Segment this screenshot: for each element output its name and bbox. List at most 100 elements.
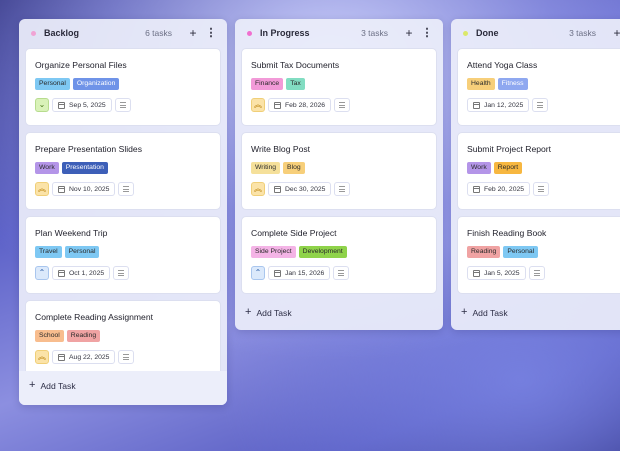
task-card[interactable]: Plan Weekend Trip Travel Personal ⌃ Oct 1, 2… (25, 216, 221, 294)
column-title: Done (476, 28, 499, 38)
task-title: Write Blog Post (251, 144, 311, 154)
column-title: In Progress (260, 28, 310, 38)
plus-icon: + (245, 306, 252, 318)
task-meta: ︽ Feb 28, 2026 (251, 98, 427, 112)
card-list: Organize Personal Files Personal Organizat… (19, 47, 227, 374)
task-card[interactable]: Organize Personal Files Personal Organizat… (25, 48, 221, 126)
add-task-label: Add Task (40, 380, 76, 391)
task-card[interactable]: Attend Yoga Class Health Fitness Jan 12, 20… (457, 48, 620, 126)
add-card-icon[interactable]: + (187, 27, 199, 39)
calendar-icon (58, 353, 65, 361)
tag-list: Writing Blog (251, 162, 427, 174)
due-date[interactable]: Aug 22, 2025 (52, 350, 116, 364)
notes-icon[interactable] (114, 98, 131, 112)
tag-badge: Personal (64, 246, 100, 258)
task-title: Finish Reading Book (467, 228, 547, 238)
add-task-button[interactable]: + Add Task (29, 380, 76, 391)
tag-badge: School (35, 330, 64, 342)
chevron-down-icon[interactable]: ⌄ (35, 98, 49, 112)
column-backlog: Backlog 6 tasks + ⋮ Organize Personal Files P… (19, 19, 227, 405)
column-header: Done3 tasks+⋮ (451, 19, 620, 47)
due-date[interactable]: Oct 1, 2025 (52, 266, 111, 280)
tag-badge: Report (493, 162, 523, 174)
calendar-icon (274, 269, 281, 277)
task-card[interactable]: Write Blog Post Writing Blog ︽ Dec 30, 2025 (241, 132, 437, 210)
notes-icon[interactable] (113, 266, 130, 280)
task-card[interactable]: Complete Side Project Side Project Develop… (241, 216, 437, 294)
task-title: Organize Personal Files (35, 60, 127, 70)
task-meta: Feb 20, 2025 (467, 182, 620, 196)
add-task-button[interactable]: + Add Task (461, 307, 508, 318)
tag-badge: Work (35, 162, 59, 174)
due-date[interactable]: Jan 5, 2025 (467, 266, 526, 280)
notes-icon[interactable] (334, 182, 351, 196)
double-chevron-up-icon[interactable]: ︽ (251, 182, 265, 196)
task-title: Plan Weekend Trip (35, 228, 108, 238)
tag-badge: Reading (467, 246, 501, 258)
tag-badge: Writing (251, 162, 281, 174)
task-card[interactable]: Submit Tax Documents Finance Tax ︽ Feb 28, 2… (241, 48, 437, 126)
due-date[interactable]: Sep 5, 2025 (52, 98, 112, 112)
notes-icon[interactable] (334, 98, 351, 112)
notes-icon[interactable] (532, 98, 549, 112)
tag-list: Health Fitness (467, 78, 620, 90)
notes-icon[interactable] (533, 182, 550, 196)
notes-icon[interactable] (118, 182, 135, 196)
double-chevron-up-icon[interactable]: ︽ (35, 182, 49, 196)
more-options-icon[interactable]: ⋮ (205, 27, 217, 39)
double-chevron-up-icon[interactable]: ︽ (251, 98, 265, 112)
chevron-up-icon[interactable]: ⌃ (251, 266, 265, 280)
task-card[interactable]: Prepare Presentation Slides Work Presentat… (25, 132, 221, 210)
tag-badge: Organization (72, 78, 120, 90)
calendar-icon (58, 269, 65, 277)
calendar-icon (58, 185, 65, 193)
task-card[interactable]: Submit Project Report Work Report Feb 20, 2… (457, 132, 620, 210)
tag-list: Travel Personal (35, 246, 211, 258)
due-date[interactable]: Feb 28, 2026 (268, 98, 332, 112)
due-date[interactable]: Dec 30, 2025 (268, 182, 332, 196)
double-chevron-up-icon[interactable]: ︽ (35, 350, 49, 364)
column-header: In Progress 3 tasks + ⋮ (235, 19, 443, 47)
task-meta: ︽ Aug 22, 2025 (35, 350, 211, 364)
due-date-text: Sep 5, 2025 (69, 101, 106, 109)
due-date[interactable]: Nov 10, 2025 (52, 182, 116, 196)
notes-icon[interactable] (118, 350, 135, 364)
chevron-up-icon[interactable]: ⌃ (35, 266, 49, 280)
kanban-board: Backlog 6 tasks + ⋮ Organize Personal Files P… (0, 0, 620, 451)
add-card-icon[interactable]: + (611, 27, 620, 39)
calendar-icon (473, 101, 480, 109)
task-meta: ︽ Dec 30, 2025 (251, 182, 427, 196)
tag-list: Reading Personal (467, 246, 620, 258)
status-dot (31, 30, 36, 36)
due-date-text: Jan 12, 2025 (484, 101, 524, 109)
task-meta: Jan 5, 2025 (467, 266, 620, 280)
task-card[interactable]: Finish Reading Book Reading Personal Jan 5,… (457, 216, 620, 294)
calendar-icon (473, 269, 480, 277)
due-date[interactable]: Jan 12, 2025 (467, 98, 530, 112)
due-date[interactable]: Feb 20, 2025 (467, 182, 531, 196)
column-title: Backlog (44, 28, 80, 38)
task-card[interactable]: Complete Reading Assignment School Reading… (25, 300, 221, 374)
add-task-button[interactable]: + Add Task (245, 307, 292, 318)
due-date[interactable]: Jan 15, 2026 (268, 266, 331, 280)
notes-icon[interactable] (333, 266, 350, 280)
due-date-text: Feb 28, 2026 (285, 101, 326, 109)
task-count: 3 tasks (569, 28, 596, 38)
task-meta: ︽ Nov 10, 2025 (35, 182, 211, 196)
due-date-text: Jan 5, 2025 (484, 269, 520, 277)
tag-badge: Finance (251, 78, 284, 90)
calendar-icon (274, 101, 281, 109)
tag-list: Work Presentation (35, 162, 211, 174)
status-dot (463, 30, 468, 36)
tag-badge: Health (467, 78, 495, 90)
due-date-text: Feb 20, 2025 (484, 185, 525, 193)
due-date-text: Jan 15, 2026 (285, 269, 325, 277)
calendar-icon (58, 101, 65, 109)
add-task-label: Add Task (472, 307, 508, 318)
notes-icon[interactable] (528, 266, 545, 280)
tag-list: School Reading (35, 330, 211, 342)
task-meta: ⌄ Sep 5, 2025 (35, 98, 211, 112)
more-options-icon[interactable]: ⋮ (421, 27, 433, 39)
due-date-text: Aug 22, 2025 (69, 353, 110, 361)
add-card-icon[interactable]: + (403, 27, 415, 39)
